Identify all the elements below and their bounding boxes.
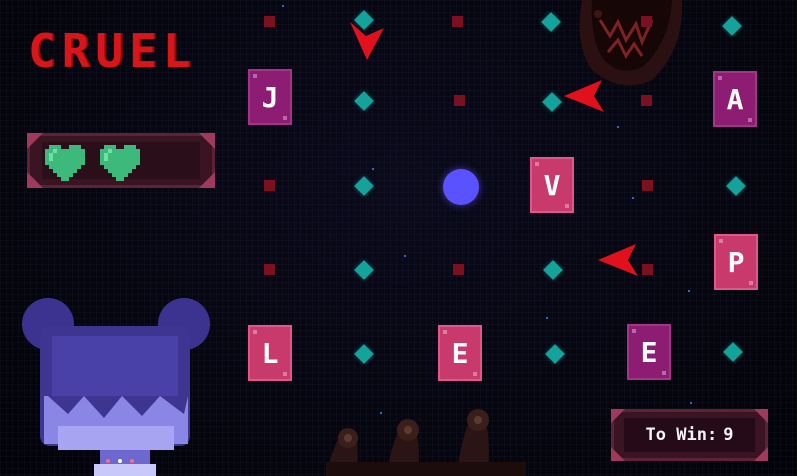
star bbox=[546, 317, 548, 319]
star bbox=[404, 255, 406, 257]
to-win-panel: To Win: 9 bbox=[611, 409, 768, 461]
star bbox=[688, 290, 690, 292]
chomper-monster bbox=[579, 0, 683, 86]
grid-cell bbox=[641, 95, 652, 106]
arrow-down-icon bbox=[350, 22, 384, 60]
grid-cell bbox=[264, 264, 275, 275]
heart-icon bbox=[100, 145, 140, 181]
star bbox=[617, 126, 619, 128]
letter-tile[interactable]: E bbox=[438, 325, 482, 381]
grid-cell bbox=[452, 16, 463, 27]
player-orb bbox=[443, 169, 479, 205]
letter-tile[interactable]: E bbox=[627, 324, 671, 380]
grid-cell bbox=[641, 16, 652, 27]
girl-portrait bbox=[22, 298, 210, 476]
arrow-left-icon bbox=[598, 244, 638, 276]
letter-tile[interactable]: L bbox=[248, 325, 292, 381]
health-panel bbox=[27, 133, 215, 188]
letter-tile[interactable]: V bbox=[530, 157, 574, 213]
grid-cell bbox=[454, 95, 465, 106]
grid-cell bbox=[264, 180, 275, 191]
letter-tile[interactable]: P bbox=[714, 234, 758, 290]
grid-cell bbox=[453, 264, 464, 275]
tentacle-creature bbox=[326, 409, 526, 476]
grid-cell bbox=[642, 264, 653, 275]
heart-icon bbox=[45, 145, 85, 181]
star bbox=[282, 5, 284, 7]
star bbox=[372, 168, 374, 170]
arrow-left-icon bbox=[564, 80, 604, 112]
letter-tile[interactable]: J bbox=[248, 69, 292, 125]
star bbox=[632, 197, 634, 199]
star bbox=[690, 402, 692, 404]
to-win-label: To Win: bbox=[645, 425, 718, 445]
letter-tile[interactable]: A bbox=[713, 71, 757, 127]
to-win-value: 9 bbox=[723, 425, 734, 445]
difficulty-label: CRUEL bbox=[28, 24, 197, 78]
grid-cell bbox=[642, 180, 653, 191]
grid-cell bbox=[264, 16, 275, 27]
game-screen: CRUEL J A V P L E E To Win: 9 bbox=[0, 0, 797, 476]
